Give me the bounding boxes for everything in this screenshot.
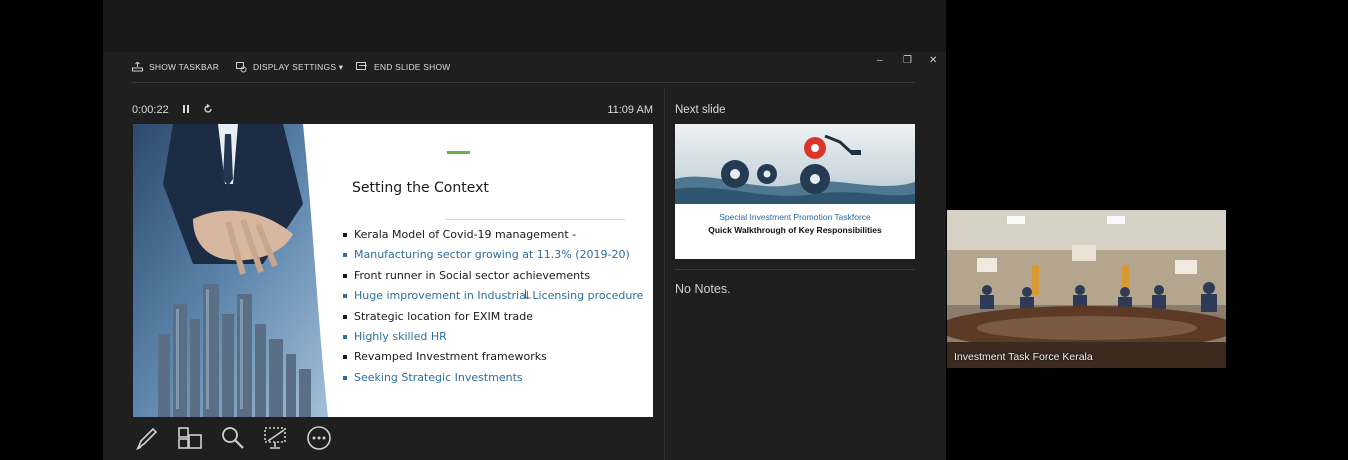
- slide-bullet: Revamped Investment frameworks: [343, 350, 643, 370]
- presenter-toolbar: SHOW TASKBAR DISPLAY SETTINGS ▾ END SLID…: [103, 52, 946, 86]
- restart-timer-icon[interactable]: [203, 104, 213, 114]
- elapsed-timer: 0:00:22: [132, 104, 169, 116]
- restore-button[interactable]: ❐: [903, 55, 912, 66]
- show-taskbar-label: SHOW TASKBAR: [149, 62, 220, 72]
- display-settings-label: DISPLAY SETTINGS ▾: [253, 62, 344, 72]
- end-show-icon: [356, 62, 367, 70]
- end-slide-show-label: END SLIDE SHOW: [374, 62, 451, 72]
- slide-bullet: Strategic location for EXIM trade: [343, 310, 643, 330]
- slide-title-rule: [445, 219, 625, 220]
- participant-name-label: Investment Task Force Kerala: [954, 351, 1093, 363]
- taskbar-icon: [132, 62, 143, 72]
- slide-accent-bar: [447, 151, 470, 154]
- text-cursor-icon: [525, 289, 531, 299]
- current-slide[interactable]: Setting the Context Kerala Model of Covi…: [133, 124, 653, 417]
- more-options-icon[interactable]: [305, 424, 333, 452]
- minimize-button[interactable]: –: [877, 55, 883, 66]
- end-slide-show-button[interactable]: END SLIDE SHOW: [356, 62, 450, 72]
- presenter-top-band: [103, 0, 946, 52]
- pen-icon[interactable]: [133, 424, 161, 452]
- see-all-slides-icon[interactable]: [176, 424, 204, 452]
- display-settings-icon: [236, 62, 247, 73]
- zoom-icon[interactable]: [219, 424, 247, 452]
- conference-room-video: [947, 210, 1226, 368]
- pane-divider: [664, 88, 665, 460]
- speaker-notes: No Notes.: [675, 282, 731, 296]
- slide-bullet: Huge improvement in Industrial Licensing…: [343, 289, 643, 309]
- slide-bullet: Seeking Strategic Investments: [343, 371, 643, 391]
- black-screen-icon[interactable]: [262, 424, 290, 452]
- next-slide-preview[interactable]: Special Investment Promotion Taskforce Q…: [675, 124, 915, 259]
- slide-bullet: Manufacturing sector growing at 11.3% (2…: [343, 248, 643, 268]
- toolbar-divider: [132, 82, 915, 83]
- presenter-view: SHOW TASKBAR DISPLAY SETTINGS ▾ END SLID…: [103, 0, 946, 460]
- pause-icon[interactable]: [182, 104, 190, 114]
- close-button[interactable]: ✕: [929, 55, 937, 66]
- slide-bullet: Highly skilled HR: [343, 330, 643, 350]
- next-slide-label: Next slide: [675, 104, 726, 116]
- next-slide-title-line2: Quick Walkthrough of Key Responsibilitie…: [708, 225, 882, 235]
- business-city-image: [133, 124, 343, 417]
- slide-bullet: Front runner in Social sector achievemen…: [343, 269, 643, 289]
- timer-row: 0:00:22 11:09 AM: [132, 104, 653, 118]
- clock: 11:09 AM: [607, 104, 653, 116]
- display-settings-button[interactable]: DISPLAY SETTINGS ▾: [236, 62, 343, 73]
- gears-illustration: [675, 134, 915, 204]
- slide-bullet: Kerala Model of Covid-19 management -: [343, 228, 643, 248]
- notes-divider: [675, 269, 915, 270]
- next-slide-title-line1: Special Investment Promotion Taskforce: [719, 212, 871, 222]
- slide-title: Setting the Context: [352, 180, 489, 196]
- show-taskbar-button[interactable]: SHOW TASKBAR: [132, 62, 219, 72]
- slide-bullet-list: Kerala Model of Covid-19 management - Ma…: [343, 228, 643, 391]
- participant-video-tile[interactable]: Investment Task Force Kerala: [947, 210, 1226, 368]
